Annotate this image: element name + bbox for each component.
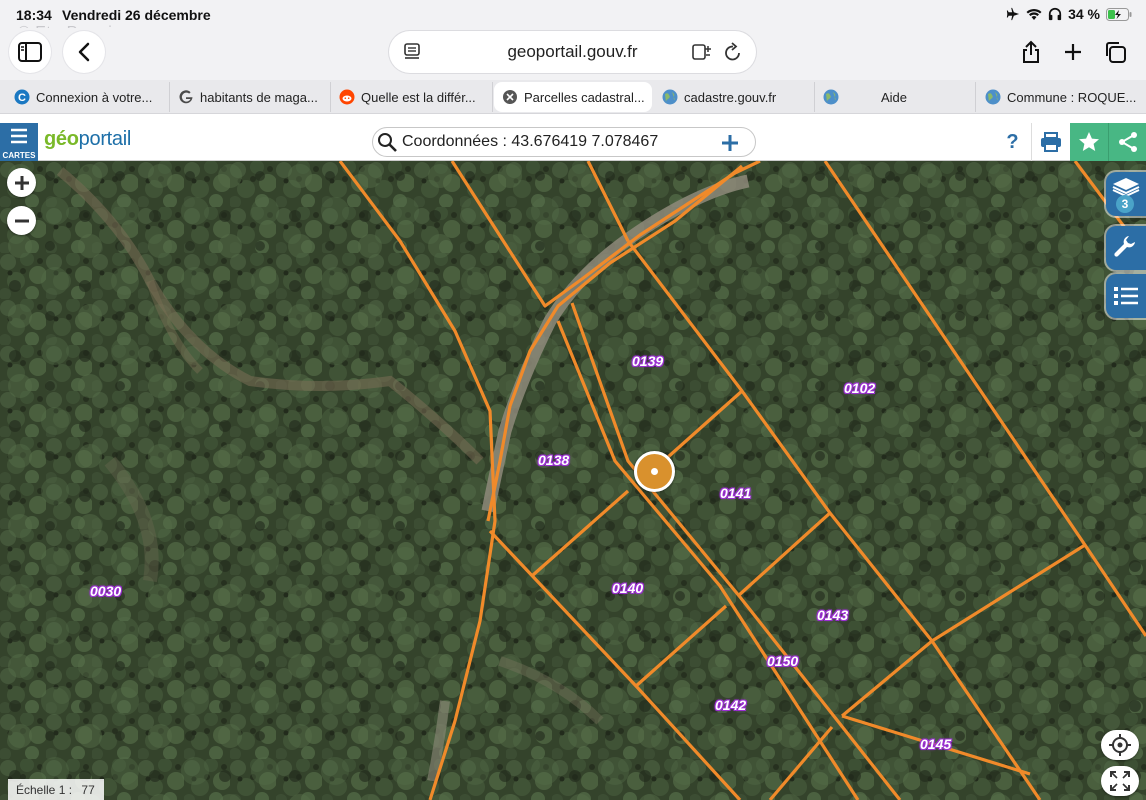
parcel-label-0142[interactable]: 0142: [715, 697, 746, 713]
geoportail-header: CARTES géoportail Coordonnées : 43.67641…: [0, 114, 1146, 161]
location-marker[interactable]: [634, 451, 675, 492]
aerial-imagery: [0, 161, 1146, 800]
logo-prefix: géo: [44, 128, 79, 150]
tab-label: Quelle est la différ...: [361, 89, 476, 105]
scale-indicator: Échelle 1 : 77: [8, 779, 104, 800]
parcel-label-0030[interactable]: 0030: [90, 583, 121, 599]
share-nodes-icon: [1118, 132, 1137, 152]
status-time: 18:34: [16, 7, 52, 23]
tab-label: Connexion à votre...: [36, 89, 153, 105]
marker-dot: [651, 468, 658, 475]
translate-icon[interactable]: [692, 43, 712, 61]
search-text: Coordonnées : 43.676419 7.078467: [402, 133, 659, 150]
search-input[interactable]: Coordonnées : 43.676419 7.078467: [372, 127, 756, 157]
globe-icon: [662, 89, 678, 105]
list-icon: [1114, 287, 1138, 305]
tab-connexion[interactable]: C Connexion à votre...: [6, 82, 170, 112]
search-icon: [378, 133, 397, 152]
fullscreen-icon: [1110, 771, 1130, 791]
tab-bar: C Connexion à votre... habitants de maga…: [0, 80, 1146, 114]
back-button[interactable]: [63, 31, 105, 73]
sidebar-icon: [18, 42, 42, 62]
cartes-label: CARTES: [2, 151, 36, 160]
hamburger-icon: [11, 128, 27, 144]
map-view[interactable]: 0139 0102 0138 0141 0030 0140 0143 0150 …: [0, 161, 1146, 800]
minus-icon: [14, 219, 29, 222]
tab-label: cadastre.gouv.fr: [684, 89, 777, 105]
share-button[interactable]: [1010, 31, 1052, 73]
plus-icon[interactable]: [721, 134, 739, 152]
tab-label: Aide: [881, 89, 908, 105]
share-icon: [1023, 40, 1039, 63]
zoom-in-button[interactable]: [7, 168, 36, 197]
sidebar-toggle-button[interactable]: [9, 31, 51, 73]
tabs-icon: [1106, 42, 1126, 63]
crosshair-icon: [1109, 734, 1131, 756]
scale-label: Échelle 1 :: [16, 783, 73, 797]
favorite-button[interactable]: [1070, 123, 1108, 161]
parcel-label-0145[interactable]: 0145: [920, 736, 951, 752]
reddit-icon: [339, 89, 355, 105]
zoom-out-button[interactable]: [7, 206, 36, 235]
status-indicators: 34 %: [1006, 6, 1132, 22]
parcel-label-0139[interactable]: 0139: [632, 353, 663, 369]
address-bar[interactable]: geoportail.gouv.fr: [389, 31, 756, 73]
airplane-icon: [1006, 7, 1020, 21]
tab-label: Commune : ROQUE...: [1007, 89, 1137, 105]
status-date: Vendredi 26 décembre: [62, 7, 211, 23]
tab-cadastre[interactable]: cadastre.gouv.fr: [654, 82, 815, 112]
plus-icon: [1065, 44, 1081, 60]
new-tab-button[interactable]: [1052, 31, 1094, 73]
star-icon: [1079, 132, 1099, 151]
headphones-icon: [1048, 7, 1062, 21]
tab-aide[interactable]: Aide: [815, 82, 976, 112]
blue-circle-c-icon: C: [14, 89, 30, 105]
fullscreen-button[interactable]: [1101, 766, 1139, 796]
tools-button[interactable]: [1106, 226, 1146, 270]
parcel-label-0143[interactable]: 0143: [817, 607, 848, 623]
header-actions: ?: [994, 123, 1146, 161]
globe-icon: [823, 89, 839, 105]
help-label: ?: [1006, 130, 1019, 153]
google-g-icon: [178, 89, 194, 105]
legend-button[interactable]: [1106, 274, 1146, 318]
cartes-menu-button[interactable]: CARTES: [0, 123, 38, 161]
tab-label: Parcelles cadastral...: [524, 89, 645, 105]
battery-percent: 34 %: [1068, 6, 1100, 22]
plus-icon: [14, 175, 29, 190]
status-bar: 18:34 Vendredi 26 décembre 34 %: [0, 0, 1146, 30]
browser-toolbar: geoportail.gouv.fr: [0, 28, 1146, 80]
parcel-label-0102[interactable]: 0102: [844, 380, 875, 396]
tab-overview-button[interactable]: [1094, 31, 1136, 73]
wifi-icon: [1026, 9, 1042, 20]
print-button[interactable]: [1032, 123, 1070, 161]
battery-charging-icon: [1106, 7, 1132, 21]
reload-icon[interactable]: [724, 42, 742, 62]
chevron-left-icon: [78, 42, 90, 62]
close-tab-icon[interactable]: [502, 89, 518, 105]
app-window: 18:34 Vendredi 26 décembre 34 % © EtrePr…: [0, 0, 1146, 800]
svg-text:C: C: [18, 92, 26, 104]
geoportail-logo[interactable]: géoportail: [44, 128, 131, 151]
help-button[interactable]: ?: [994, 123, 1032, 161]
tab-quelle-difference[interactable]: Quelle est la différ...: [331, 82, 493, 112]
layers-icon: [1112, 178, 1140, 197]
share-map-button[interactable]: [1108, 123, 1146, 161]
parcel-label-0150[interactable]: 0150: [767, 653, 798, 669]
layer-count-badge: 3: [1116, 195, 1134, 213]
parcel-label-0138[interactable]: 0138: [538, 452, 569, 468]
wrench-icon: [1114, 236, 1135, 257]
tab-commune[interactable]: Commune : ROQUE...: [977, 82, 1143, 112]
tab-parcelles-cadastrales[interactable]: Parcelles cadastral...: [494, 82, 652, 112]
logo-suffix: portail: [78, 128, 132, 150]
printer-icon: [1041, 132, 1061, 152]
tab-habitants[interactable]: habitants de maga...: [170, 82, 331, 112]
parcel-label-0140[interactable]: 0140: [612, 580, 643, 596]
globe-icon: [985, 89, 1001, 105]
scale-value: 77: [81, 783, 95, 797]
tab-label: habitants de maga...: [200, 89, 318, 105]
layers-button[interactable]: 3: [1106, 172, 1146, 216]
geolocate-button[interactable]: [1101, 730, 1139, 760]
parcel-label-0141[interactable]: 0141: [720, 485, 751, 501]
